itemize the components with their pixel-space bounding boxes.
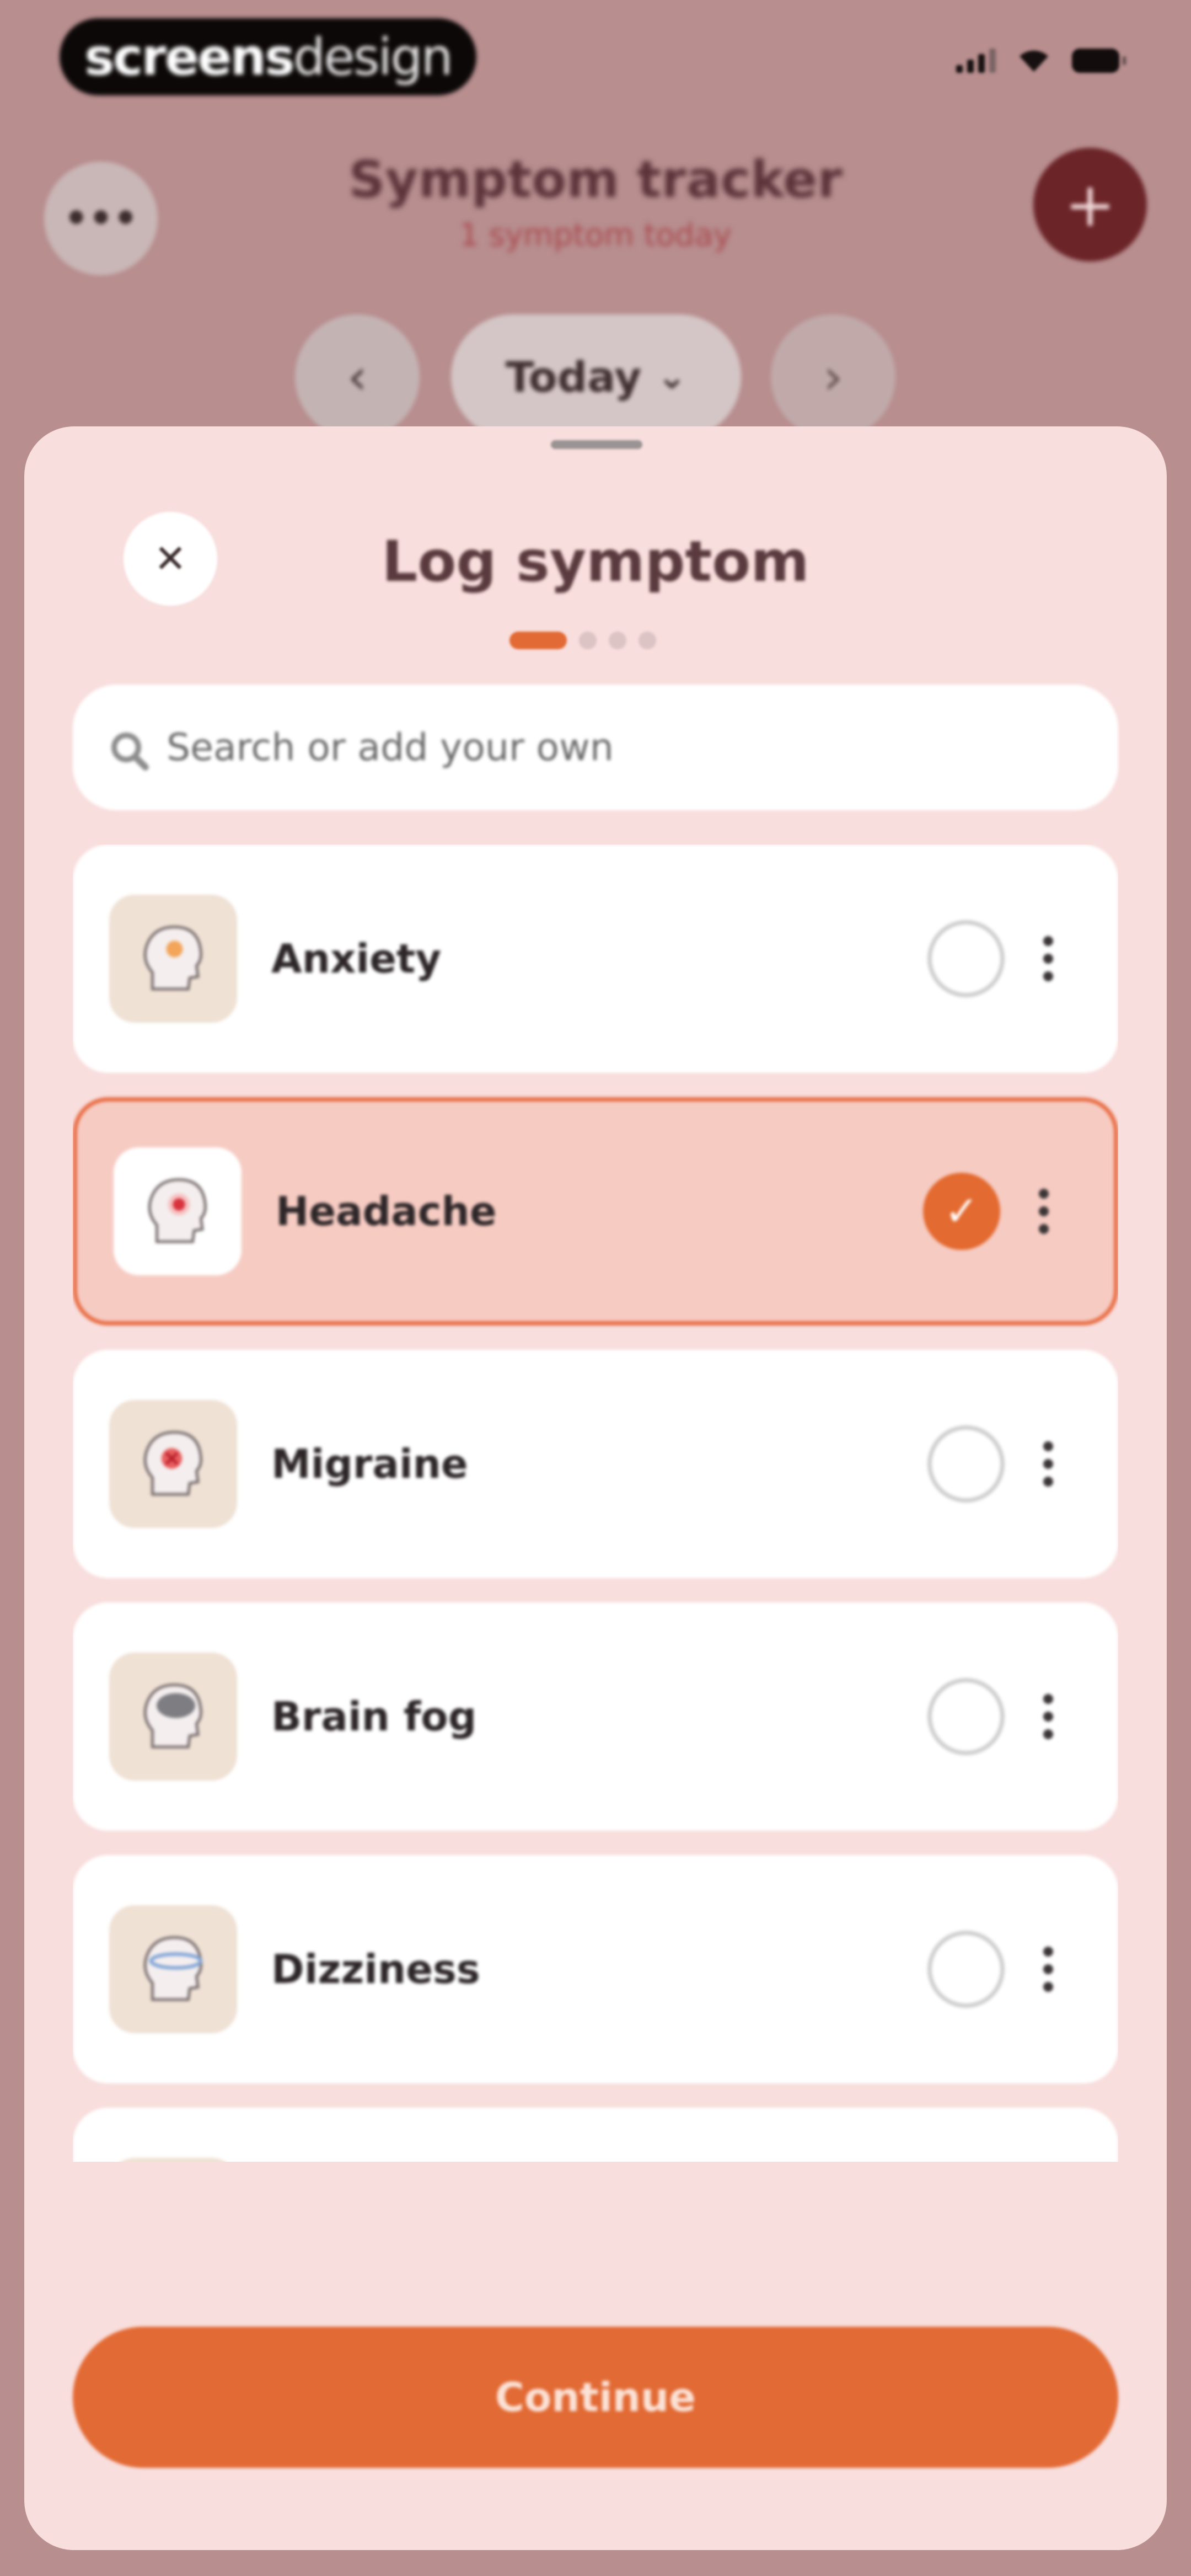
symptom-label: Dizziness [271,1946,480,1992]
head-headache-icon [114,1147,242,1275]
more-vertical-icon[interactable] [1043,1441,1053,1487]
continue-button[interactable]: Continue [73,2327,1118,2468]
step-indicator [509,632,656,649]
head-migraine-icon [109,1400,237,1528]
sheet-grabber[interactable] [551,440,642,449]
symptom-label: Headache [276,1188,497,1234]
select-checkbox[interactable] [927,1678,1005,1755]
more-vertical-icon[interactable] [1043,936,1053,981]
wifi-icon [1020,50,1048,72]
search-bar[interactable] [73,685,1118,810]
head-brain-fog-icon [109,1653,237,1781]
chevron-down-icon: ⌄ [657,356,687,397]
symptom-label: Anxiety [271,936,442,982]
log-symptom-sheet: ✕ Log symptom AnxietyHeadache✓MigraineBr… [24,426,1167,2550]
next-day-button[interactable]: › [771,314,895,439]
status-icons [956,49,1126,73]
step-indicator-active [509,632,567,649]
search-icon [111,733,141,762]
symptom-list: Anxiety Headache ✓ Migraine Brain fog Dizzine… [73,845,1118,2162]
sheet-title: Log symptom [382,529,809,595]
symptom-item[interactable]: Brain fog [73,1602,1118,1831]
more-vertical-icon[interactable] [1043,1947,1053,1992]
add-symptom-button[interactable]: + [1033,148,1147,261]
checkmark-icon[interactable]: ✓ [923,1173,1000,1250]
brand-part2: design [293,27,453,87]
screensdesign-logo: screens design [60,18,476,95]
date-label: Today [505,352,642,402]
page-title: Symptom tracker [348,150,843,209]
date-selector[interactable]: Today ⌄ [451,314,741,439]
head-anxiety-icon [109,895,237,1023]
previous-day-button[interactable]: ‹ [295,314,420,439]
step-indicator-dot [609,632,626,649]
select-checkbox[interactable] [927,1931,1005,2008]
symptom-item[interactable]: Dizziness [73,1855,1118,2083]
signal-icon [956,49,996,73]
head-dizziness-icon [109,1905,237,2033]
search-input[interactable] [165,725,995,770]
step-indicator-dot [639,632,656,649]
symptom-label: Migraine [271,1441,468,1487]
head-fatigue-icon [109,2158,237,2162]
chevron-left-icon: ‹ [347,348,367,406]
symptom-tracker-screen: screens design ••• Symptom tracker 1 symp… [0,0,1191,2576]
more-vertical-icon[interactable] [1043,1694,1053,1739]
brand-part1: screens [84,27,295,87]
symptom-item[interactable]: Headache ✓ [73,1097,1118,1326]
page-subtitle: 1 symptom today [459,217,732,253]
plus-icon: + [1064,169,1116,240]
symptom-item[interactable]: Migraine [73,1350,1118,1578]
select-checkbox[interactable] [927,1425,1005,1503]
symptom-item[interactable]: Anxiety [73,845,1118,1073]
more-vertical-icon[interactable] [1039,1189,1049,1234]
step-indicator-dot [579,632,597,649]
symptom-item[interactable]: Fatigue [73,2108,1118,2162]
select-checkbox[interactable] [927,920,1005,997]
symptom-label: Brain fog [271,1693,477,1740]
battery-icon [1072,49,1126,73]
chevron-right-icon: › [823,348,843,406]
